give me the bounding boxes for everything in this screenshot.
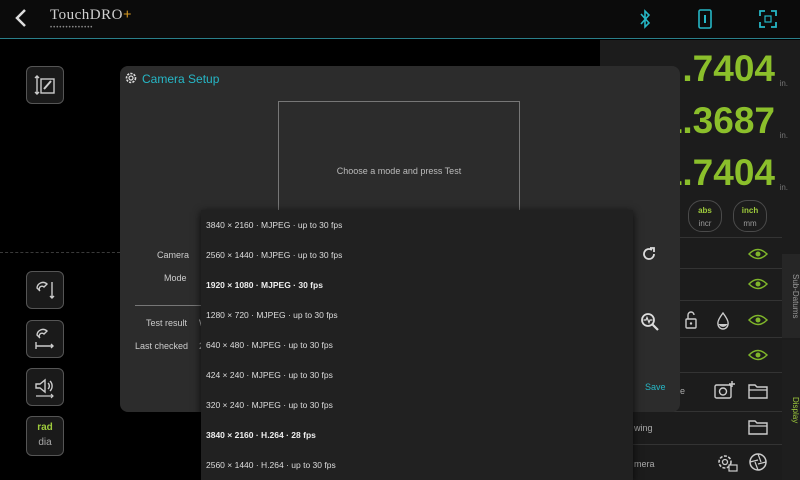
folder-icon[interactable]	[748, 383, 768, 399]
shutter-icon[interactable]	[748, 452, 768, 472]
fullscreen-icon[interactable]	[758, 9, 778, 33]
x-axis-readout[interactable]: .7404	[682, 48, 775, 90]
probe-edge-y-button[interactable]	[26, 271, 64, 309]
mode-dropdown-list: 3840 × 2160 · MJPEG · up to 30 fps 2560 …	[201, 210, 633, 480]
mode-label: Mode	[164, 273, 187, 283]
tab-label: Display	[791, 396, 800, 424]
abs-incr-toggle[interactable]: abs incr	[688, 200, 722, 232]
mode-option[interactable]: 3840 × 2160 · H.264 · 28 fps	[201, 420, 633, 450]
app-logo: TouchDRO+	[50, 7, 133, 23]
probe-edge-x-button[interactable]	[26, 320, 64, 358]
edit-workpiece-button[interactable]	[26, 66, 64, 104]
mode-option[interactable]: 1280 × 720 · MJPEG · up to 30 fps	[201, 300, 633, 330]
inch-label: inch	[741, 206, 759, 215]
gear-icon	[124, 71, 138, 88]
camera-settings-icon[interactable]	[716, 453, 738, 473]
edit-drawing-icon	[34, 75, 55, 95]
preview-hint: Choose a mode and press Test	[336, 166, 462, 176]
mode-option[interactable]: 3840 × 2160 · MJPEG · up to 30 fps	[201, 210, 633, 240]
row-label-drawing: wing	[634, 423, 653, 433]
abs-label: abs	[698, 206, 712, 215]
magnet-probe-icon	[35, 328, 54, 349]
top-app-bar: TouchDRO+ ••••••••••••••	[0, 0, 800, 39]
z-axis-unit: in.	[779, 183, 788, 192]
dialog-title: Camera Setup	[142, 72, 220, 86]
mode-option[interactable]: 2560 × 1440 · MJPEG · up to 30 fps	[201, 240, 633, 270]
tab-display[interactable]: Display	[782, 340, 800, 480]
incr-label: incr	[698, 219, 712, 228]
divider	[135, 305, 201, 306]
mode-option[interactable]: 320 × 240 · MJPEG · up to 30 fps	[201, 390, 633, 420]
eye-icon[interactable]	[748, 278, 768, 290]
add-photo-icon[interactable]	[714, 380, 736, 400]
dia-label: dia	[38, 437, 52, 448]
bluetooth-icon[interactable]	[638, 9, 652, 33]
test-zoom-icon[interactable]	[640, 312, 660, 332]
eye-icon[interactable]	[748, 349, 768, 361]
mm-label: mm	[743, 219, 757, 228]
axis-guide-line	[0, 252, 120, 254]
y-axis-unit: in.	[779, 131, 788, 140]
folder-icon[interactable]	[748, 419, 768, 435]
lock-open-icon[interactable]	[684, 311, 698, 329]
test-result-label: Test result	[146, 318, 188, 328]
eye-icon[interactable]	[748, 248, 768, 260]
camera-label: Camera	[157, 250, 190, 260]
speaker-icon	[35, 378, 54, 399]
chevron-left-icon[interactable]	[14, 8, 34, 30]
mode-option[interactable]: 640 × 480 · MJPEG · up to 30 fps	[201, 330, 633, 360]
row-label-camera: mera	[634, 459, 655, 469]
mode-option[interactable]: 2560 × 1440 · H.264 · up to 30 fps	[201, 450, 633, 480]
speak-measure-button[interactable]	[26, 368, 64, 406]
refresh-icon[interactable]	[641, 246, 657, 262]
x-axis-unit: in.	[779, 79, 788, 88]
mode-option[interactable]: 424 × 240 · MJPEG · up to 30 fps	[201, 360, 633, 390]
save-button[interactable]: Save	[645, 382, 666, 392]
eye-icon[interactable]	[748, 314, 768, 326]
rad-label: rad	[37, 422, 53, 433]
drop-icon[interactable]	[716, 312, 730, 330]
tab-label: Sub-Datums	[791, 273, 800, 319]
logo-tagline: ••••••••••••••	[50, 25, 94, 31]
inch-mm-toggle[interactable]: inch mm	[733, 200, 767, 232]
mode-option[interactable]: 1920 × 1080 · MJPEG · 30 fps	[201, 270, 633, 300]
last-checked-label: Last checked	[135, 341, 189, 351]
row-label-image: e	[680, 386, 686, 396]
radius-diameter-toggle[interactable]: rad dia	[26, 416, 64, 456]
device-info-icon[interactable]	[697, 9, 713, 33]
magnet-probe-icon	[36, 281, 55, 299]
tab-sub-datums[interactable]: Sub-Datums	[782, 254, 800, 338]
